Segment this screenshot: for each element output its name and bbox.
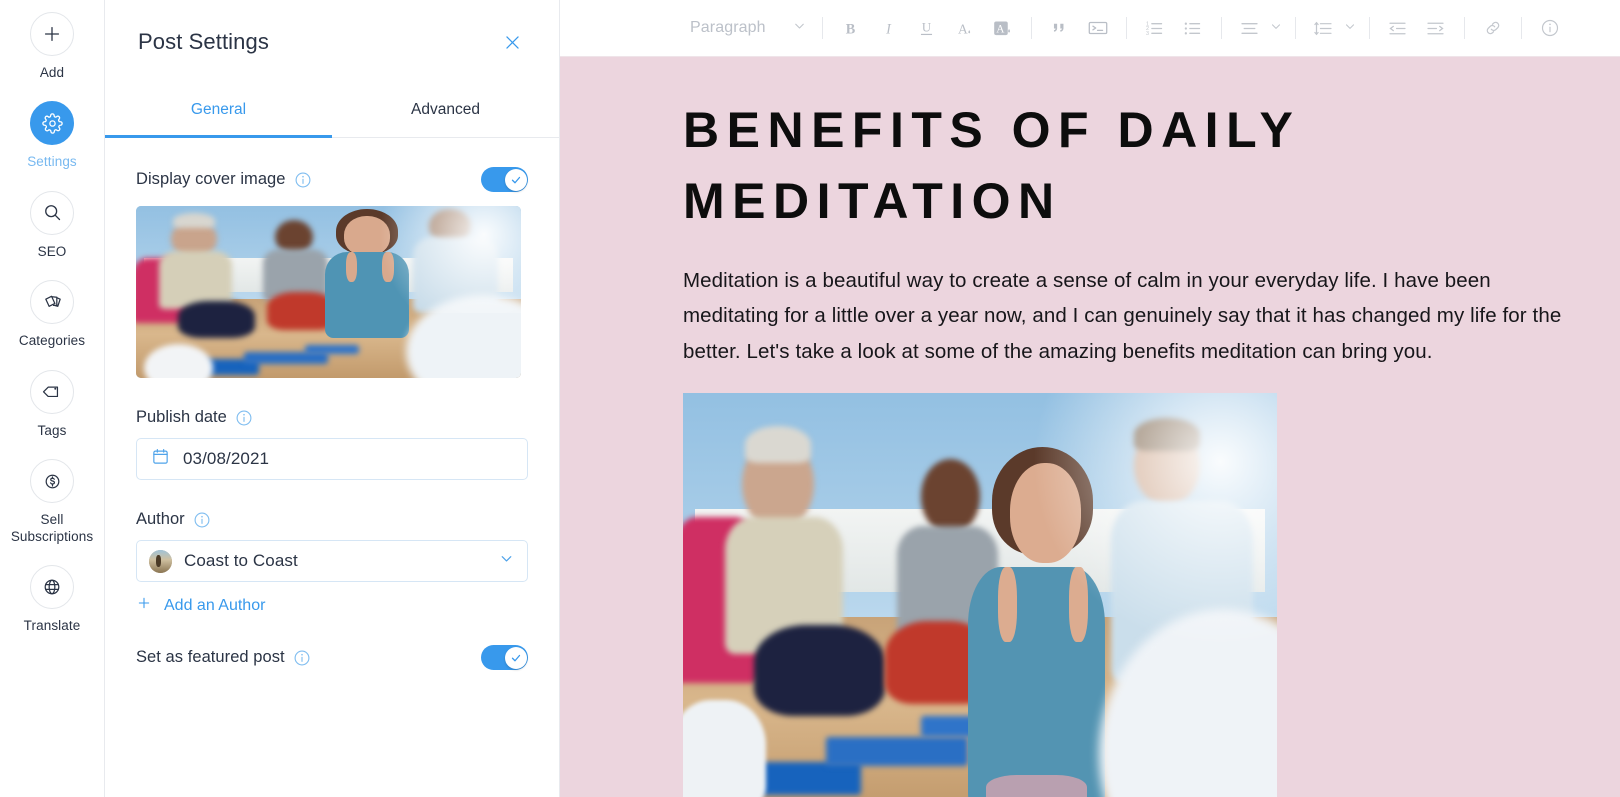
close-icon[interactable] xyxy=(498,28,526,56)
sidebar-label-sell-subscriptions: Sell Subscriptions xyxy=(10,512,94,544)
text-align-icon xyxy=(1231,9,1269,47)
panel-header: Post Settings xyxy=(105,0,559,84)
publish-date-label-row: Publish date xyxy=(136,408,528,427)
check-icon xyxy=(504,646,527,669)
sidebar-label-settings: Settings xyxy=(27,154,77,170)
sidebar-item-settings[interactable]: Settings xyxy=(0,101,105,170)
sidebar-item-categories[interactable]: Categories xyxy=(0,280,105,349)
line-height-icon xyxy=(1305,9,1343,47)
add-author-button[interactable]: Add an Author xyxy=(136,595,528,616)
publish-date-value: 03/08/2021 xyxy=(183,449,270,468)
info-icon[interactable] xyxy=(1531,9,1569,47)
plus-icon xyxy=(136,595,152,616)
featured-post-toggle[interactable] xyxy=(481,645,528,670)
sidebar-label-add: Add xyxy=(39,65,65,80)
featured-post-label: Set as featured post xyxy=(136,648,285,666)
chevron-down-icon xyxy=(498,550,515,572)
link-icon[interactable] xyxy=(1474,9,1512,47)
publish-date-label: Publish date xyxy=(136,408,227,426)
indent-icon[interactable] xyxy=(1417,9,1455,47)
globe-icon xyxy=(30,565,74,610)
author-label-row: Author xyxy=(136,510,528,529)
sidebar-item-seo[interactable]: SEO xyxy=(0,190,105,260)
svg-text:A: A xyxy=(996,23,1005,35)
sidebar-label-categories: Categories xyxy=(18,333,86,349)
tab-advanced[interactable]: Advanced xyxy=(332,84,559,137)
avatar xyxy=(149,549,172,573)
blog-editor-app: Add Settings SEO Categories Tags Sell Su… xyxy=(0,0,1620,797)
svg-text:B: B xyxy=(846,21,856,37)
info-icon[interactable] xyxy=(294,171,312,189)
svg-text:3: 3 xyxy=(1146,30,1149,36)
author-label: Author xyxy=(136,510,185,528)
bullet-list-icon[interactable] xyxy=(1174,9,1212,47)
publish-date-input[interactable]: 03/08/2021 xyxy=(136,438,528,480)
left-icon-rail: Add Settings SEO Categories Tags Sell Su… xyxy=(0,0,105,797)
article-content: BENEFITS OF DAILY MEDITATION Meditation … xyxy=(560,95,1620,797)
chevron-down-icon xyxy=(1343,19,1357,38)
italic-icon[interactable]: I xyxy=(870,9,908,47)
underline-icon[interactable]: U xyxy=(908,9,946,47)
display-cover-image-label: Display cover image xyxy=(136,170,286,188)
author-select[interactable]: Coast to Coast xyxy=(136,540,528,582)
post-settings-panel: Post Settings General Advanced Display c… xyxy=(105,0,560,797)
info-icon[interactable] xyxy=(193,511,211,529)
chevron-down-icon xyxy=(792,18,807,38)
search-icon xyxy=(30,190,74,235)
cover-image-thumbnail[interactable] xyxy=(136,206,521,378)
sidebar-label-seo: SEO xyxy=(37,243,67,259)
display-cover-image-row: Display cover image xyxy=(136,167,528,192)
numbered-list-icon[interactable]: 1 2 3 xyxy=(1136,9,1174,47)
featured-post-row: Set as featured post xyxy=(136,645,528,670)
sidebar-label-translate: Translate xyxy=(23,618,81,634)
article-title[interactable]: BENEFITS OF DAILY MEDITATION xyxy=(683,95,1443,237)
dollar-icon xyxy=(30,459,74,504)
editor-toolbar: Paragraph B I U A A 1 2 3 xyxy=(560,0,1620,57)
outdent-icon[interactable] xyxy=(1379,9,1417,47)
sidebar-label-tags: Tags xyxy=(37,422,67,438)
tag-icon xyxy=(30,369,74,414)
article-image[interactable] xyxy=(683,392,1277,797)
cover-photo xyxy=(136,206,521,378)
gear-icon xyxy=(30,101,74,146)
post-editor: Paragraph B I U A A 1 2 3 BENEFITS OF DA… xyxy=(560,0,1620,797)
sidebar-item-sell-subscriptions[interactable]: Sell Subscriptions xyxy=(0,459,105,545)
tab-general[interactable]: General xyxy=(105,84,332,138)
article-paragraph[interactable]: Meditation is a beautiful way to create … xyxy=(683,263,1563,369)
sidebar-item-translate[interactable]: Translate xyxy=(0,565,105,634)
sidebar-item-add[interactable]: Add xyxy=(0,12,105,81)
check-icon xyxy=(504,168,527,191)
author-value: Coast to Coast xyxy=(184,551,298,570)
blockquote-icon[interactable] xyxy=(1041,9,1079,47)
info-icon[interactable] xyxy=(235,409,253,427)
article-photo xyxy=(683,392,1277,797)
text-highlight-icon[interactable]: A xyxy=(984,9,1022,47)
svg-text:I: I xyxy=(885,21,892,37)
text-color-icon[interactable]: A xyxy=(946,9,984,47)
calendar-icon xyxy=(151,447,170,471)
paragraph-style-select[interactable]: Paragraph xyxy=(690,18,807,38)
add-author-label: Add an Author xyxy=(164,596,266,614)
line-height-button[interactable] xyxy=(1305,9,1357,47)
sidebar-item-tags[interactable]: Tags xyxy=(0,369,105,439)
display-cover-image-toggle[interactable] xyxy=(481,167,528,192)
page-title: Post Settings xyxy=(138,29,269,54)
panel-body: Display cover image Publish date 03/08/2… xyxy=(105,167,559,670)
svg-text:A: A xyxy=(958,21,968,36)
paragraph-style-value: Paragraph xyxy=(690,19,766,36)
plus-icon xyxy=(30,12,74,56)
svg-text:U: U xyxy=(922,20,931,34)
cards-icon xyxy=(30,280,74,325)
bold-icon[interactable]: B xyxy=(832,9,870,47)
panel-tabs: General Advanced xyxy=(105,84,559,138)
chevron-down-icon xyxy=(1269,19,1283,38)
info-icon[interactable] xyxy=(293,649,311,667)
text-align-button[interactable] xyxy=(1231,9,1283,47)
code-block-icon[interactable] xyxy=(1079,9,1117,47)
